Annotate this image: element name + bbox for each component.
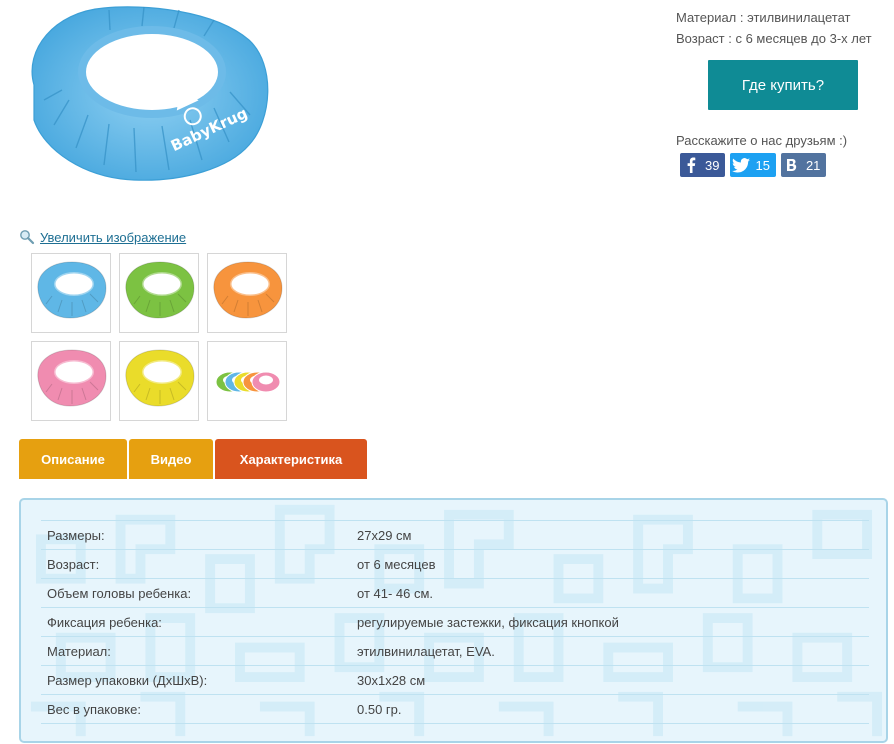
visor-set-thumb — [215, 371, 281, 393]
spec-key: Вес в упаковке: — [47, 701, 141, 717]
specifications-table: Размеры: 27x29 см Возраст: от 6 месяцев Объе… — [41, 520, 869, 724]
visor-blue-thumb — [37, 261, 107, 319]
spec-row: Возраст: от 6 месяцев — [41, 550, 869, 579]
vk-share-button[interactable]: 21 — [780, 153, 827, 177]
twitter-icon — [730, 153, 752, 177]
visor-green-thumb — [125, 261, 195, 319]
zoom-link-label: Увеличить изображение — [40, 229, 187, 245]
tab-specifications[interactable]: Характеристика — [215, 439, 367, 479]
spec-key: Размер упаковки (ДхШхВ): — [47, 672, 208, 688]
spec-value: от 6 месяцев — [357, 556, 436, 572]
spec-row: Фиксация ребенка: регулируемые застежки, … — [41, 608, 869, 637]
spec-row: Вес в упаковке: 0.50 гр. — [41, 695, 869, 724]
facebook-icon — [680, 153, 702, 177]
visor-blue-image: BabyKrug — [31, 6, 269, 181]
spec-row: Размеры: 27x29 см — [41, 521, 869, 550]
spec-row: Размер упаковки (ДхШхВ): 30x1x28 см — [41, 666, 869, 695]
vk-icon — [781, 153, 803, 177]
twitter-count: 15 — [755, 157, 770, 173]
visor-yellow-thumb — [125, 349, 195, 407]
thumbnail-3[interactable] — [207, 253, 287, 333]
visor-pink-thumb — [37, 349, 107, 407]
thumbnail-5[interactable] — [119, 341, 199, 421]
share-prompt-text: Расскажите о нас друзьям :) — [676, 133, 848, 148]
zoom-image-link[interactable]: Увеличить изображение — [19, 228, 186, 246]
thumbnail-6[interactable] — [207, 341, 287, 421]
spec-value: от 41- 46 см. — [357, 585, 434, 601]
spec-key: Возраст: — [47, 556, 100, 572]
spec-key: Фиксация ребенка: — [47, 614, 162, 630]
product-info: Материал : этилвинилацетат Возраст : с 6… — [676, 9, 894, 51]
tab-description[interactable]: Описание — [19, 439, 127, 479]
spec-key: Материал: — [47, 643, 111, 659]
spec-value: 30x1x28 см — [357, 672, 426, 688]
spec-value: этилвинилацетат, EVA. — [357, 643, 495, 659]
facebook-share-button[interactable]: 39 — [680, 153, 726, 177]
thumbnail-2[interactable] — [119, 253, 199, 333]
product-tabs: Описание Видео Характеристика — [19, 439, 369, 479]
share-buttons: 39 15 21 — [680, 153, 827, 177]
vk-count: 21 — [805, 157, 821, 173]
spec-row: Объем головы ребенка: от 41- 46 см. — [41, 579, 869, 608]
spec-row: Материал: этилвинилацетат, EVA. — [41, 637, 869, 666]
age-text: Возраст : с 6 месяцев до 3-х лет — [676, 31, 872, 46]
spec-value: регулируемые застежки, фиксация кнопкой — [357, 614, 619, 630]
facebook-count: 39 — [705, 157, 720, 173]
twitter-share-button[interactable]: 15 — [730, 153, 776, 177]
tab-video[interactable]: Видео — [129, 439, 213, 479]
spec-key: Объем головы ребенка: — [47, 585, 192, 601]
thumbnail-4[interactable] — [31, 341, 111, 421]
spec-value: 0.50 гр. — [357, 701, 402, 717]
specifications-panel: Размеры: 27x29 см Возраст: от 6 месяцев Объе… — [19, 498, 888, 743]
visor-orange-thumb — [213, 261, 283, 319]
product-main-image[interactable]: BabyKrug — [14, 0, 276, 205]
magnifier-icon — [20, 230, 35, 245]
material-text: Материал : этилвинилацетат — [676, 10, 851, 25]
thumbnail-1[interactable] — [31, 253, 111, 333]
spec-key: Размеры: — [47, 527, 105, 543]
where-to-buy-button[interactable]: Где купить? — [708, 60, 858, 110]
spec-value: 27x29 см — [357, 527, 412, 543]
